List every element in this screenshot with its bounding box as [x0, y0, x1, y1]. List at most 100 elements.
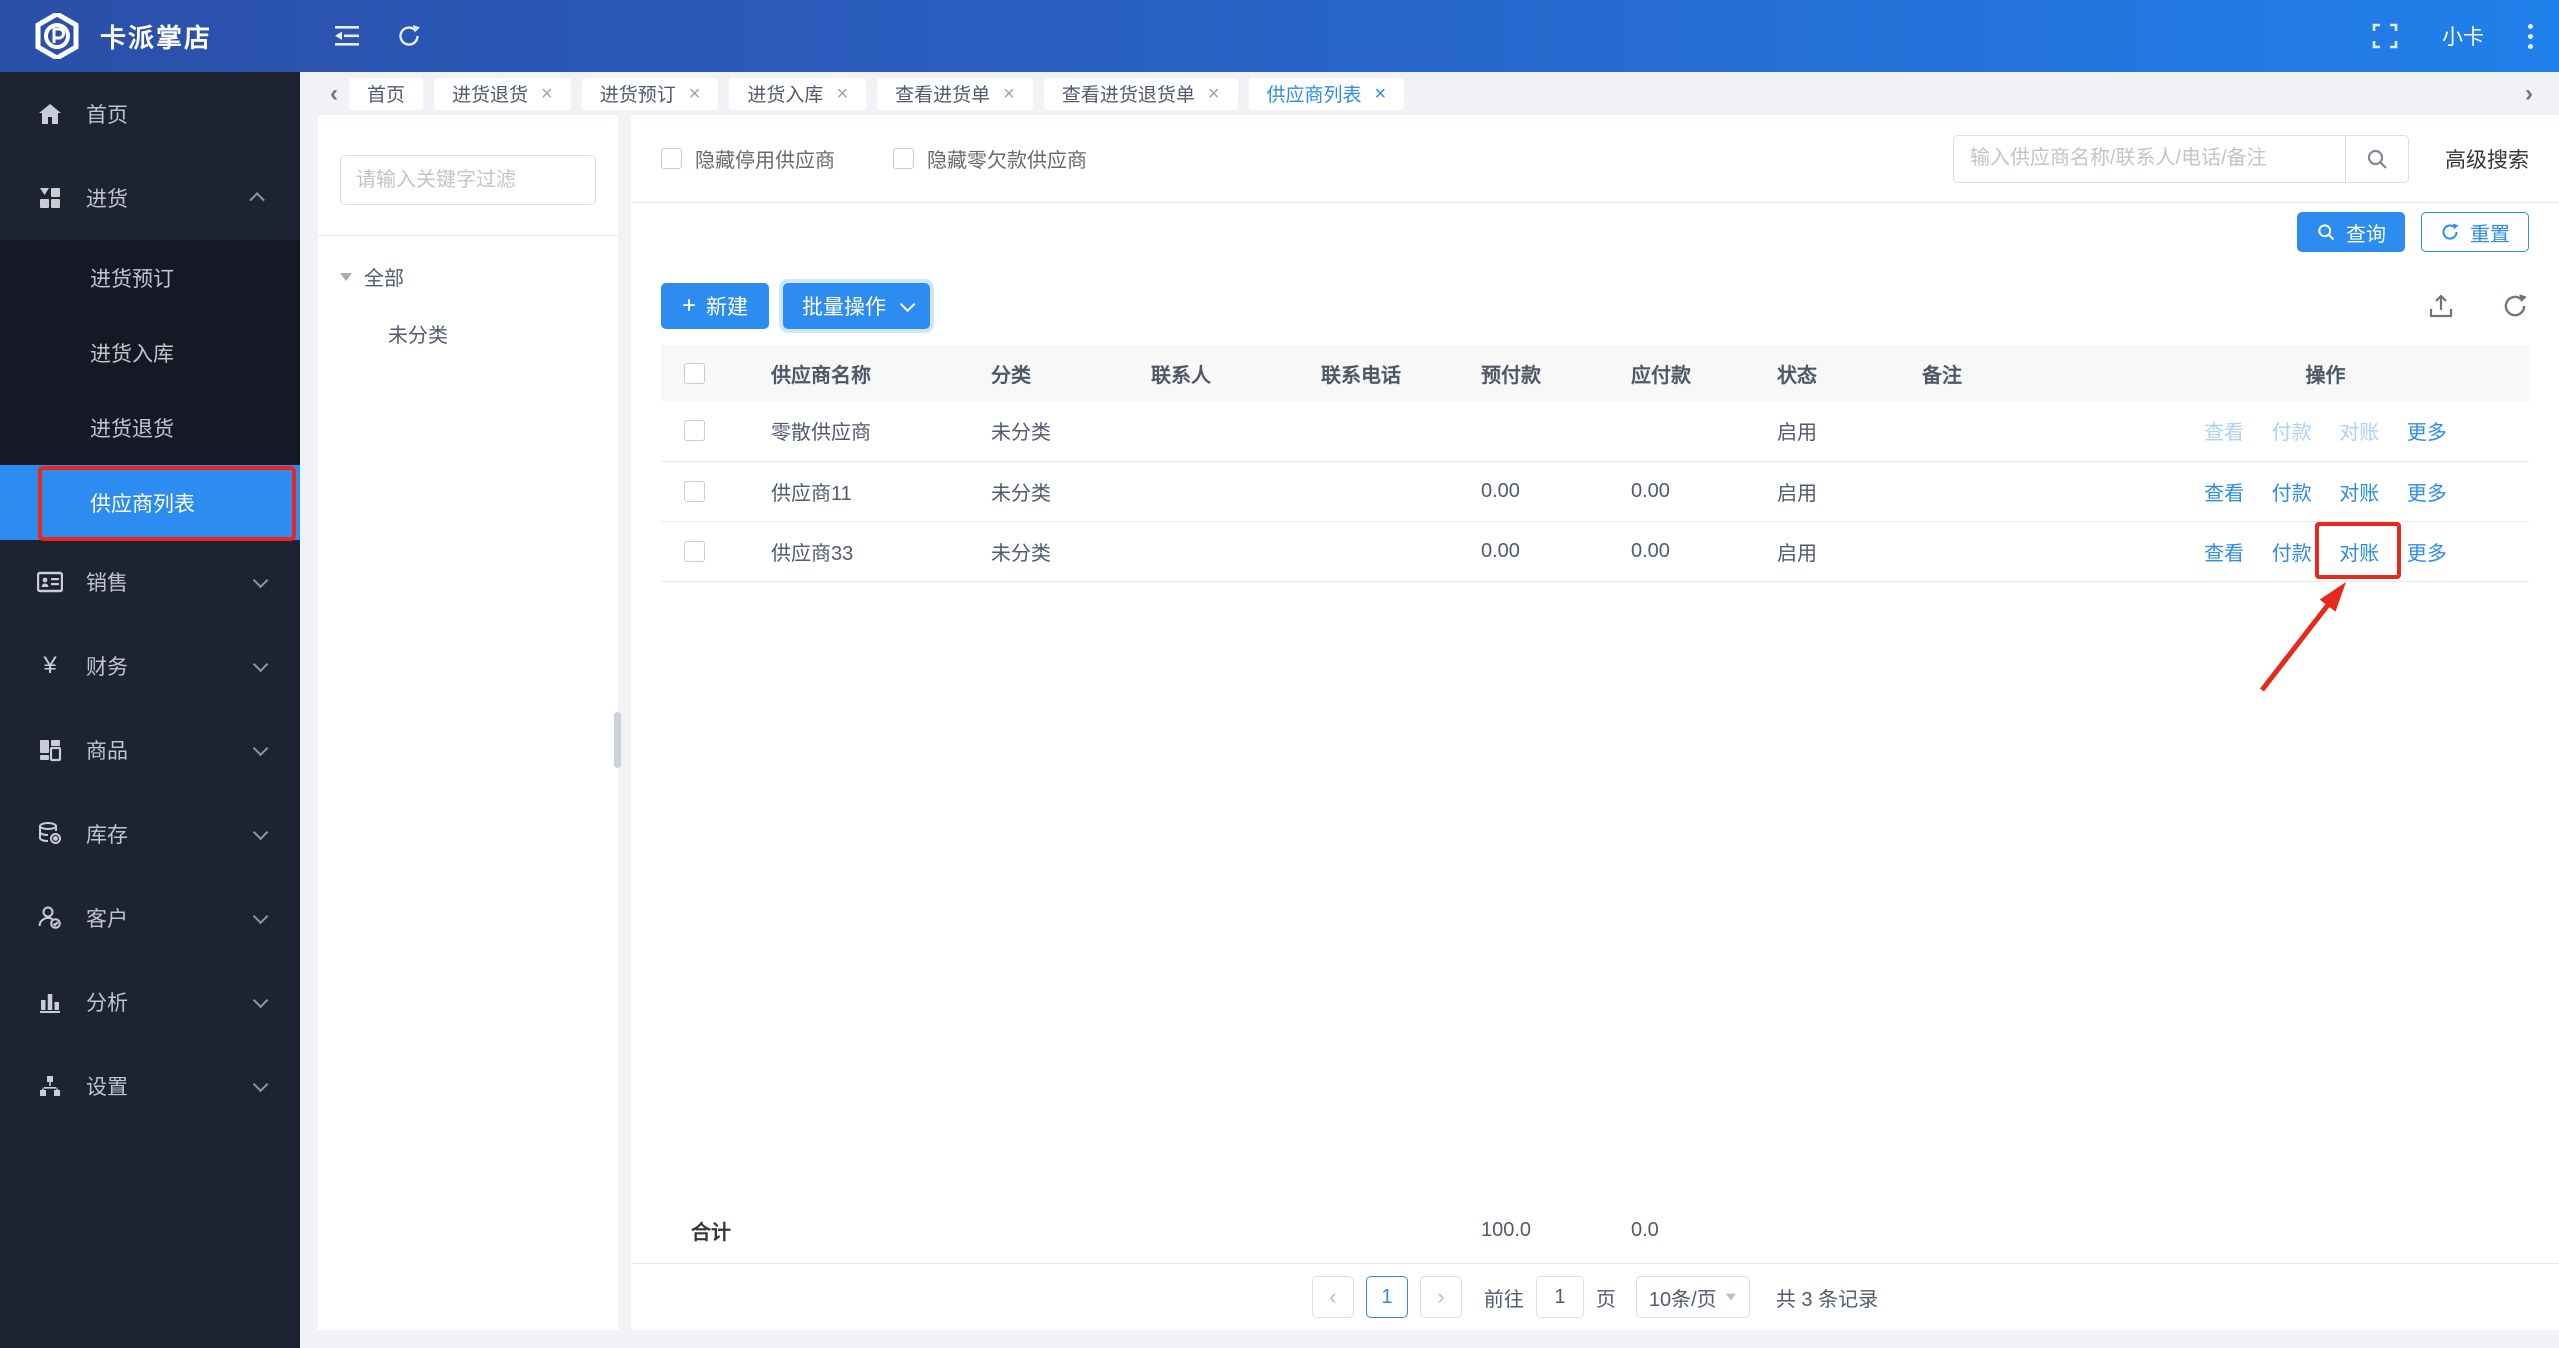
kebab-menu-icon[interactable] [2528, 23, 2533, 49]
sidebar-item-sales[interactable]: 销售 [0, 540, 300, 624]
tab-bar: ‹ 首页 进货退货 × 进货预订 × 进货入库 × 查看进货单 × 查看进货退货… [300, 72, 2559, 115]
checkbox-icon[interactable] [661, 148, 682, 169]
sidebar-item-inventory[interactable]: 库存 [0, 792, 300, 876]
column-header: 操作 [2192, 345, 2529, 401]
refresh-table-icon[interactable] [2501, 292, 2529, 320]
reset-button[interactable]: 重置 [2421, 212, 2529, 252]
sidebar-item-analysis[interactable]: 分析 [0, 960, 300, 1044]
page-1-button[interactable]: 1 [1365, 1276, 1408, 1318]
row-checkbox[interactable] [684, 480, 705, 502]
sidebar-item-supplier-list[interactable]: 供应商列表 [0, 465, 300, 541]
cell-prepay [1451, 401, 1601, 462]
chevron-up-icon [249, 191, 265, 208]
prev-page-button[interactable]: ‹ [1311, 1276, 1354, 1318]
select-all-checkbox[interactable] [684, 362, 705, 384]
close-icon[interactable]: × [1375, 84, 1387, 104]
query-row: 查询 重置 [661, 203, 2529, 261]
tree-caret-icon[interactable] [340, 272, 352, 281]
cell-remark [1892, 401, 2192, 462]
chevron-down-icon [252, 908, 269, 924]
sidebar-item-home[interactable]: 首页 [0, 72, 300, 156]
tab-purchase-return[interactable]: 进货退货 × [434, 77, 571, 110]
tab-view-purchase-order[interactable]: 查看进货单 × [877, 77, 1033, 110]
row-checkbox[interactable] [684, 540, 705, 562]
tab-purchase-inbound[interactable]: 进货入库 × [729, 77, 867, 110]
column-header: 联系人 [1121, 345, 1291, 401]
checkbox-icon[interactable] [893, 148, 914, 169]
batch-operations-button[interactable]: 批量操作 [783, 283, 931, 329]
sidebar-submenu-purchase: 进货预订 进货入库 进货退货 供应商列表 [0, 240, 300, 541]
purchase-icon [36, 186, 64, 210]
checkbox-label: 隐藏零欠款供应商 [927, 150, 1087, 172]
tab-label: 进货预订 [599, 85, 676, 106]
action-view-link[interactable]: 查看 [2204, 483, 2244, 505]
cell-payable: 0.00 [1601, 521, 1747, 582]
sidebar-item-label: 商品 [86, 740, 128, 763]
menu-fold-icon[interactable] [332, 23, 362, 49]
page-size-select[interactable]: 10条/页 [1635, 1276, 1750, 1318]
total-records-label: 共 3 条记录 [1775, 1288, 1879, 1311]
tree-node-all[interactable]: 全部 [340, 262, 596, 291]
tree-node-label: 全部 [364, 268, 404, 290]
action-view-link[interactable]: 查看 [2204, 543, 2244, 565]
cell-contact [1121, 521, 1291, 582]
column-header: 预付款 [1451, 345, 1601, 401]
close-icon[interactable]: × [1003, 84, 1015, 104]
panel-resize-grip[interactable] [614, 712, 621, 768]
cell-status: 启用 [1747, 521, 1892, 582]
sidebar-item-purchase[interactable]: 进货 [0, 156, 300, 240]
next-page-button[interactable]: › [1419, 1276, 1462, 1318]
sidebar-item-purchase-preorder[interactable]: 进货预订 [0, 240, 300, 315]
close-icon[interactable]: × [689, 84, 701, 104]
chevron-down-icon [252, 572, 269, 588]
close-icon[interactable]: × [541, 84, 553, 104]
new-button-label: 新建 [706, 296, 749, 319]
export-icon[interactable] [2427, 292, 2455, 320]
tabs-scroll-left-icon[interactable]: ‹ [330, 81, 338, 106]
goto-page-input[interactable] [1535, 1276, 1584, 1318]
fullscreen-icon[interactable] [2372, 23, 2398, 49]
tab-home[interactable]: 首页 [349, 77, 424, 110]
refresh-icon[interactable] [396, 23, 422, 49]
close-icon[interactable]: × [1208, 84, 1220, 104]
summary-payable: 0.0 [1631, 1218, 1659, 1241]
sidebar-item-goods[interactable]: 商品 [0, 708, 300, 792]
close-icon[interactable]: × [836, 84, 848, 104]
sidebar-item-purchase-return[interactable]: 进货退货 [0, 390, 300, 465]
tab-supplier-list[interactable]: 供应商列表 × [1248, 77, 1405, 110]
action-more-link[interactable]: 更多 [2407, 422, 2447, 444]
row-checkbox[interactable] [684, 420, 705, 442]
sidebar-item-customers[interactable]: 客户 [0, 876, 300, 960]
search-button[interactable] [2345, 134, 2409, 183]
column-header: 联系电话 [1291, 345, 1451, 401]
query-button[interactable]: 查询 [2297, 212, 2405, 252]
action-reconcile-link[interactable]: 对账 [2339, 543, 2379, 565]
tab-label: 进货退货 [452, 85, 529, 106]
action-reconcile-link[interactable]: 对账 [2339, 422, 2379, 444]
tree-node-uncategorized[interactable]: 未分类 [340, 319, 596, 348]
settings-icon [36, 1074, 64, 1098]
sidebar-item-finance[interactable]: ¥ 财务 [0, 624, 300, 708]
supplier-search-input[interactable] [1953, 134, 2345, 183]
tabs-scroll-right-icon[interactable]: › [2525, 81, 2533, 106]
action-more-link[interactable]: 更多 [2407, 483, 2447, 505]
advanced-search-link[interactable]: 高级搜索 [2445, 144, 2529, 174]
hide-disabled-suppliers-checkbox[interactable]: 隐藏停用供应商 [661, 144, 835, 173]
sidebar-item-purchase-inbound[interactable]: 进货入库 [0, 315, 300, 390]
action-pay-link[interactable]: 付款 [2272, 483, 2312, 505]
action-pay-link[interactable]: 付款 [2272, 543, 2312, 565]
topbar-right: 小卡 [2372, 21, 2533, 51]
action-reconcile-link[interactable]: 对账 [2339, 483, 2379, 505]
action-more-link[interactable]: 更多 [2407, 543, 2447, 565]
column-header: 分类 [961, 345, 1121, 401]
chevron-down-icon [252, 824, 269, 840]
tab-purchase-preorder[interactable]: 进货预订 × [581, 77, 719, 110]
new-supplier-button[interactable]: + 新建 [661, 283, 770, 329]
sidebar-item-settings[interactable]: 设置 [0, 1044, 300, 1128]
hide-zero-debt-suppliers-checkbox[interactable]: 隐藏零欠款供应商 [893, 144, 1087, 173]
username[interactable]: 小卡 [2442, 21, 2484, 51]
keyword-filter-input[interactable] [340, 155, 596, 205]
action-pay-link[interactable]: 付款 [2272, 422, 2312, 444]
tab-view-purchase-return-order[interactable]: 查看进货退货单 × [1043, 77, 1238, 110]
action-view-link[interactable]: 查看 [2204, 422, 2244, 444]
